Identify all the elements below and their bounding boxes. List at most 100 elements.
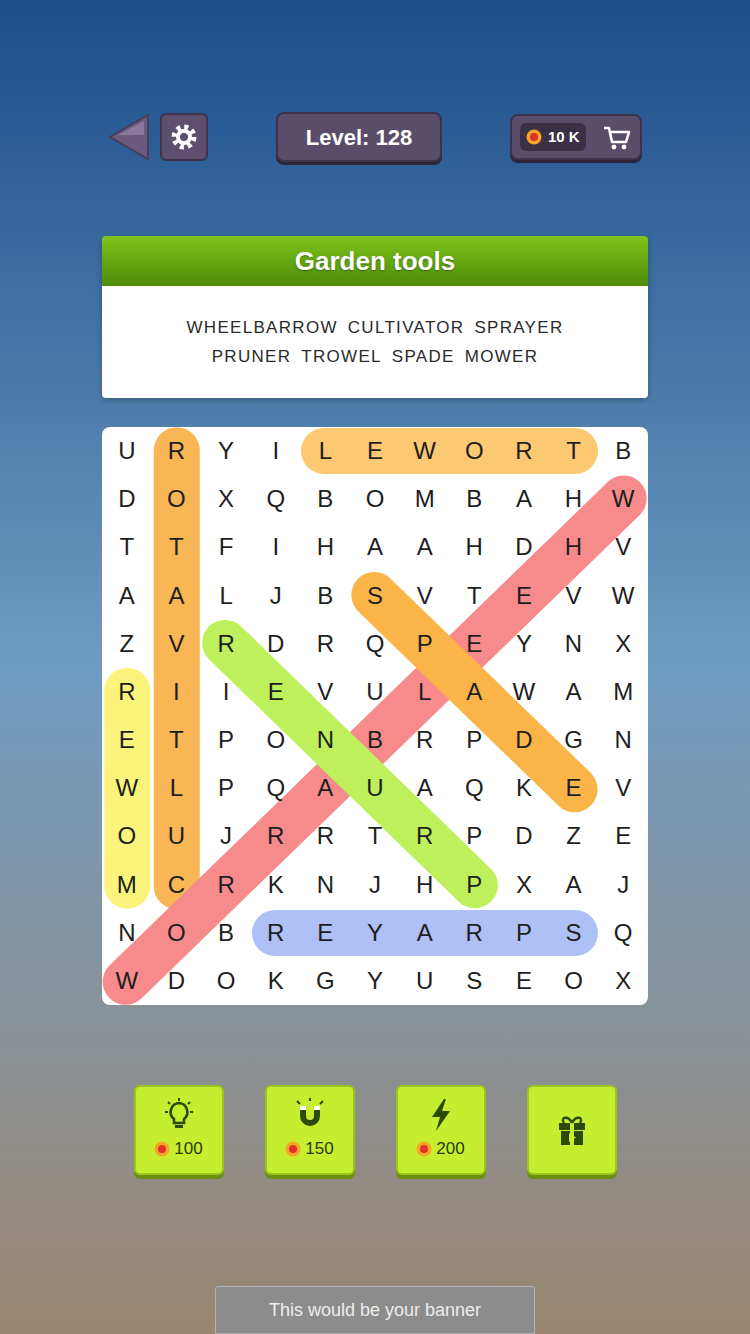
letter-cell[interactable]: W [102, 764, 152, 812]
letter-cell[interactable]: E [350, 427, 400, 475]
letter-cell[interactable]: R [251, 909, 301, 957]
letter-cell[interactable]: E [499, 957, 549, 1005]
letter-cell[interactable]: N [301, 861, 351, 909]
letter-cell[interactable]: H [549, 523, 599, 571]
letter-cell[interactable]: T [549, 427, 599, 475]
letter-cell[interactable]: O [251, 716, 301, 764]
letter-cell[interactable]: O [102, 812, 152, 860]
letter-cell[interactable]: A [400, 764, 450, 812]
settings-button[interactable] [160, 113, 208, 161]
letter-cell[interactable]: U [400, 957, 450, 1005]
letter-cell[interactable]: A [499, 475, 549, 523]
letter-cell[interactable]: U [152, 812, 202, 860]
letter-cell[interactable]: Q [251, 475, 301, 523]
hint-button[interactable]: 100 [134, 1085, 224, 1175]
letter-cell[interactable]: E [449, 620, 499, 668]
letter-cell[interactable]: T [449, 572, 499, 620]
letter-cell[interactable]: A [400, 909, 450, 957]
letter-cell[interactable]: R [251, 812, 301, 860]
letter-cell[interactable]: P [201, 764, 251, 812]
letter-cell[interactable]: O [152, 475, 202, 523]
letter-cell[interactable]: R [102, 668, 152, 716]
letter-cell[interactable]: D [499, 716, 549, 764]
letter-cell[interactable]: Q [350, 620, 400, 668]
letter-cell[interactable]: R [301, 812, 351, 860]
letter-cell[interactable]: P [400, 620, 450, 668]
letter-cell[interactable]: O [350, 475, 400, 523]
letter-cell[interactable]: J [251, 572, 301, 620]
letter-cell[interactable]: I [251, 523, 301, 571]
letter-cell[interactable]: I [201, 668, 251, 716]
letter-cell[interactable]: B [301, 572, 351, 620]
letter-cell[interactable]: O [549, 957, 599, 1005]
letter-cell[interactable]: M [598, 668, 648, 716]
letter-cell[interactable]: K [251, 957, 301, 1005]
letter-cell[interactable]: S [449, 957, 499, 1005]
letter-cell[interactable]: X [499, 861, 549, 909]
letter-cell[interactable]: I [251, 427, 301, 475]
letter-cell[interactable]: R [201, 620, 251, 668]
letter-cell[interactable]: T [350, 812, 400, 860]
letter-cell[interactable]: C [152, 861, 202, 909]
letter-cell[interactable]: N [598, 716, 648, 764]
back-button[interactable] [108, 112, 150, 162]
letter-cell[interactable]: R [400, 812, 450, 860]
letter-cell[interactable]: S [350, 572, 400, 620]
letter-cell[interactable]: R [449, 909, 499, 957]
letter-cell[interactable]: T [152, 523, 202, 571]
letter-cell[interactable]: E [499, 572, 549, 620]
letter-cell[interactable]: B [201, 909, 251, 957]
letter-cell[interactable]: R [301, 620, 351, 668]
letter-cell[interactable]: K [499, 764, 549, 812]
letter-cell[interactable]: N [549, 620, 599, 668]
letter-cell[interactable]: I [152, 668, 202, 716]
letter-cell[interactable]: D [102, 475, 152, 523]
coins-shop[interactable]: 10 K [510, 114, 642, 160]
letter-cell[interactable]: V [301, 668, 351, 716]
letter-cell[interactable]: W [598, 572, 648, 620]
letter-cell[interactable]: L [400, 668, 450, 716]
letter-cell[interactable]: E [102, 716, 152, 764]
letter-cell[interactable]: P [449, 812, 499, 860]
letter-cell[interactable]: Y [201, 427, 251, 475]
letter-cell[interactable]: W [598, 475, 648, 523]
letter-cell[interactable]: D [499, 812, 549, 860]
letter-cell[interactable]: X [598, 620, 648, 668]
gift-button[interactable] [527, 1085, 617, 1175]
letter-cell[interactable]: J [598, 861, 648, 909]
letter-cell[interactable]: Z [549, 812, 599, 860]
letter-cell[interactable]: V [598, 523, 648, 571]
letter-cell[interactable]: E [301, 909, 351, 957]
letter-cell[interactable]: X [598, 957, 648, 1005]
letter-cell[interactable]: A [400, 523, 450, 571]
boost-button[interactable]: 200 [396, 1085, 486, 1175]
letter-cell[interactable]: R [499, 427, 549, 475]
letter-cell[interactable]: K [251, 861, 301, 909]
letter-cell[interactable]: P [201, 716, 251, 764]
letter-cell[interactable]: R [152, 427, 202, 475]
letter-cell[interactable]: B [598, 427, 648, 475]
letter-cell[interactable]: Y [350, 957, 400, 1005]
letter-cell[interactable]: H [301, 523, 351, 571]
letter-cell[interactable]: P [449, 861, 499, 909]
letter-cell[interactable]: T [152, 716, 202, 764]
letter-cell[interactable]: X [201, 475, 251, 523]
letter-cell[interactable]: A [102, 572, 152, 620]
letter-cell[interactable]: H [449, 523, 499, 571]
letter-cell[interactable]: P [449, 716, 499, 764]
letter-grid[interactable]: URYILEWORTBDOXQBOMBAHWTTFIHAAHDHVAALJBSV… [102, 427, 648, 1005]
letter-cell[interactable]: D [152, 957, 202, 1005]
letter-cell[interactable]: B [449, 475, 499, 523]
letter-cell[interactable]: Y [350, 909, 400, 957]
letter-cell[interactable]: V [549, 572, 599, 620]
ad-banner[interactable]: This would be your banner [215, 1286, 535, 1334]
letter-cell[interactable]: J [201, 812, 251, 860]
letter-cell[interactable]: M [400, 475, 450, 523]
letter-cell[interactable]: Q [449, 764, 499, 812]
letter-cell[interactable]: N [102, 909, 152, 957]
letter-cell[interactable]: D [251, 620, 301, 668]
letter-cell[interactable]: L [201, 572, 251, 620]
letter-cell[interactable]: M [102, 861, 152, 909]
letter-cell[interactable]: U [350, 764, 400, 812]
letter-cell[interactable]: A [549, 861, 599, 909]
